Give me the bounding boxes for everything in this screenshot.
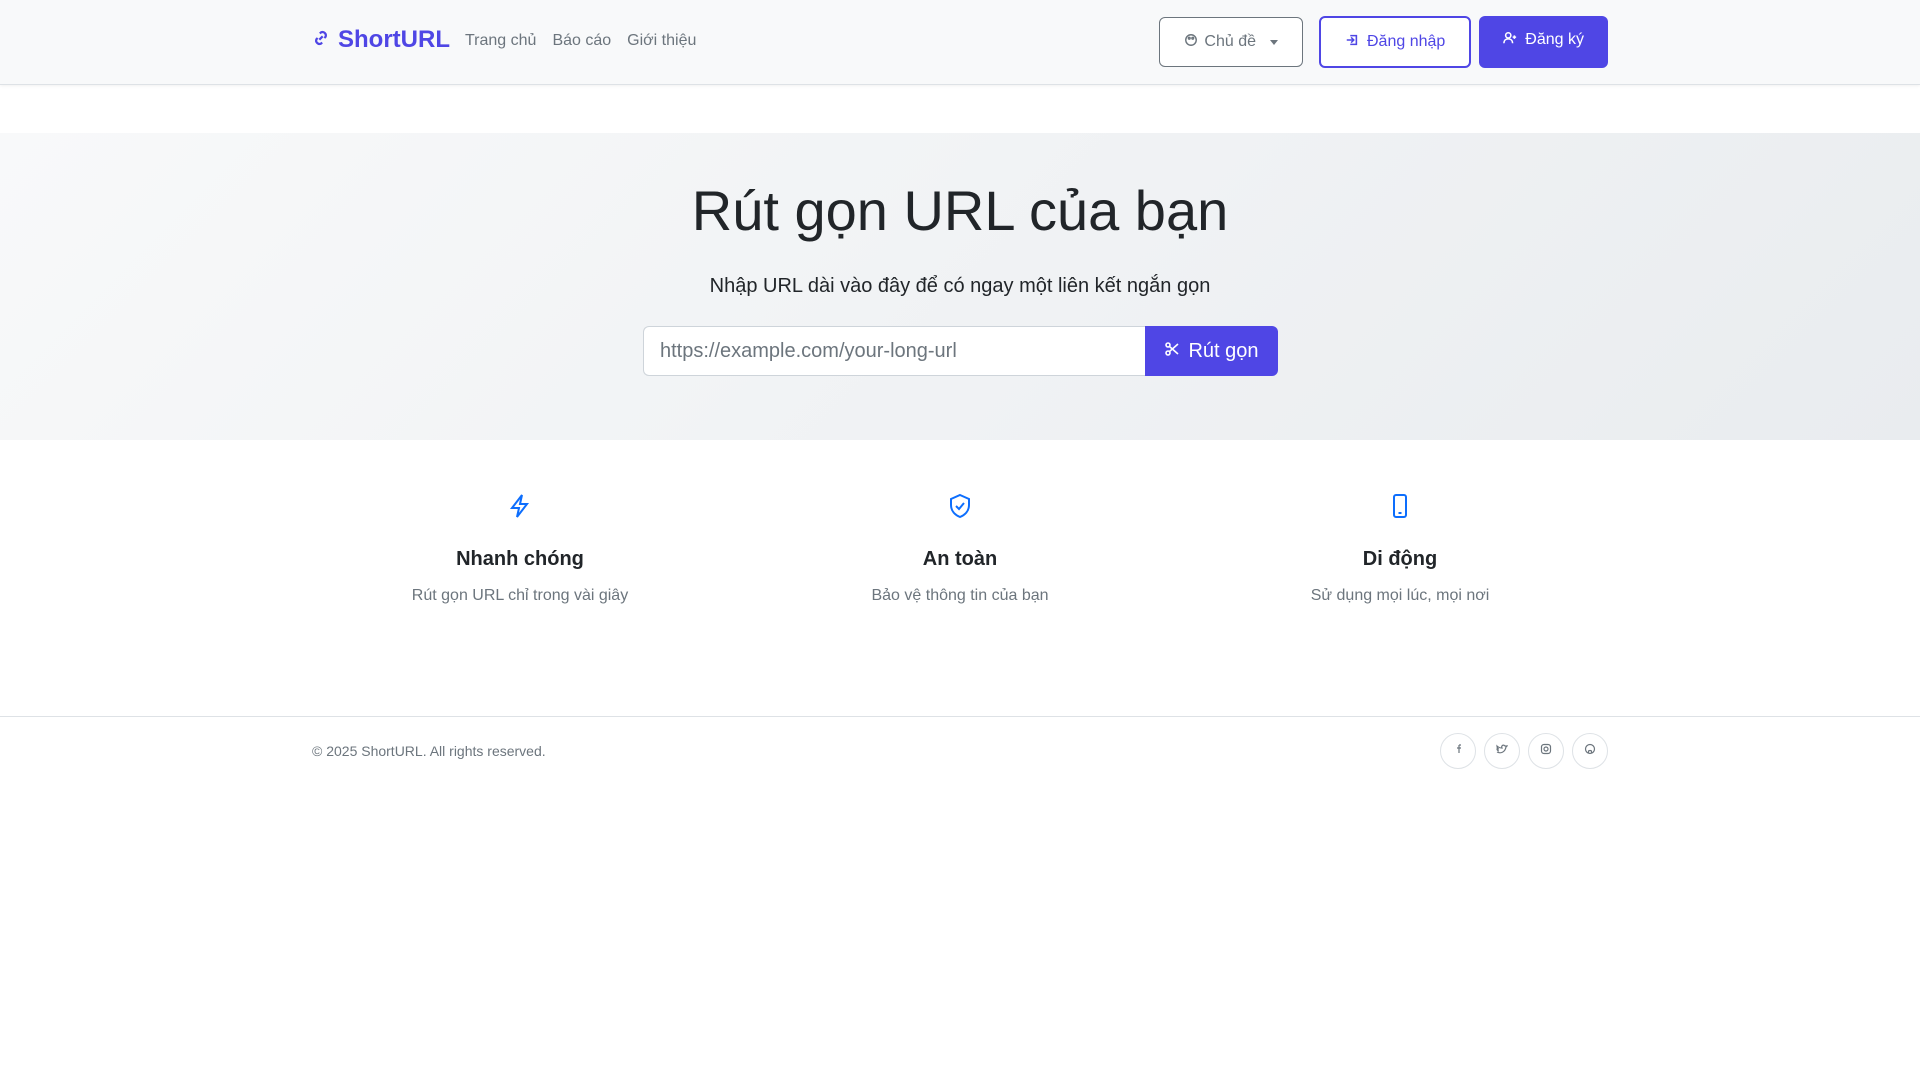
twitter-icon <box>1496 742 1509 760</box>
hero-section: Rút gọn URL của bạn Nhập URL dài vào đây… <box>0 133 1920 440</box>
facebook-icon <box>1452 742 1464 760</box>
instagram-link[interactable] <box>1528 733 1564 769</box>
feature-card-secure: An toàn Bảo vệ thông tin của bạn <box>740 492 1180 605</box>
twitter-link[interactable] <box>1484 733 1520 769</box>
nav-link-reports[interactable]: Báo cáo <box>552 32 611 50</box>
feature-card-fast: Nhanh chóng Rút gọn URL chỉ trong vài gi… <box>300 492 740 605</box>
signup-label: Đăng ký <box>1525 31 1584 48</box>
theme-label: Chủ đề <box>1204 33 1256 50</box>
nav-actions: Chủ đề Đăng nhập Đăng ký <box>1159 16 1608 68</box>
link-icon <box>312 26 330 54</box>
feature-title: An toàn <box>922 548 998 570</box>
footer: © 2025 ShortURL. All rights reserved. <box>0 716 1920 786</box>
feature-desc: Sử dụng mọi lúc, mọi nơi <box>1310 587 1490 604</box>
shield-icon <box>946 492 974 520</box>
palette-icon <box>1184 33 1198 52</box>
instagram-icon <box>1540 742 1552 760</box>
brand-link[interactable]: ShortURL <box>312 26 450 54</box>
scissors-icon <box>1164 340 1180 363</box>
feature-desc: Bảo vệ thông tin của bạn <box>871 587 1049 604</box>
bolt-icon <box>506 492 534 520</box>
feature-card-mobile: Di động Sử dụng mọi lúc, mọi nơi <box>1180 492 1620 605</box>
brand-name: ShortURL <box>338 26 450 53</box>
signup-button[interactable]: Đăng ký <box>1479 16 1608 68</box>
github-icon <box>1584 742 1596 760</box>
shorten-button[interactable]: Rút gọn <box>1145 326 1278 376</box>
login-label: Đăng nhập <box>1367 33 1446 50</box>
sign-in-icon <box>1345 33 1359 52</box>
navbar: ShortURL Trang chủ Báo cáo Giới thiệu Ch… <box>0 0 1920 85</box>
login-button[interactable]: Đăng nhập <box>1319 16 1472 68</box>
nav-link-home[interactable]: Trang chủ <box>465 32 536 50</box>
github-link[interactable] <box>1572 733 1608 769</box>
hero-title: Rút gọn URL của bạn <box>691 179 1229 242</box>
mobile-icon <box>1386 492 1414 520</box>
feature-title: Di động <box>1362 548 1438 570</box>
facebook-link[interactable] <box>1440 733 1476 769</box>
user-plus-icon <box>1503 31 1517 50</box>
url-input[interactable] <box>643 326 1145 376</box>
feature-title: Nhanh chóng <box>456 548 584 570</box>
theme-dropdown-button[interactable]: Chủ đề <box>1159 17 1303 67</box>
social-links <box>1440 733 1608 769</box>
nav-link-about[interactable]: Giới thiệu <box>627 32 696 50</box>
chevron-down-icon <box>1270 39 1278 45</box>
copyright-text: © 2025 ShortURL. All rights reserved. <box>312 743 546 759</box>
nav-links: Trang chủ Báo cáo Giới thiệu <box>465 32 696 50</box>
shorten-label: Rút gọn <box>1188 339 1259 362</box>
feature-desc: Rút gọn URL chỉ trong vài giây <box>411 587 629 604</box>
hero-subtitle: Nhập URL dài vào đây để có ngay một liên… <box>709 275 1211 297</box>
shorten-form: Rút gọn <box>643 326 1278 376</box>
